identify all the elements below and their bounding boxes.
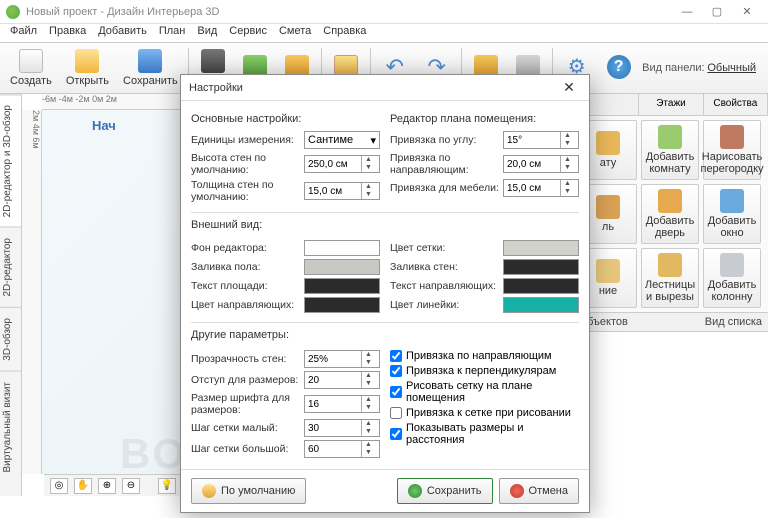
transparency-input[interactable]: ▲▼	[304, 350, 380, 368]
dialog-save-button[interactable]: Сохранить	[397, 478, 493, 504]
app-icon	[6, 5, 20, 19]
menu-estimate[interactable]: Смета	[275, 24, 315, 42]
act-add-door[interactable]: Добавить дверь	[641, 184, 699, 244]
snap-angle-input[interactable]: ▲▼	[503, 131, 579, 149]
grid-swatch[interactable]	[503, 240, 579, 256]
view-mode-link[interactable]: Обычный	[707, 62, 756, 74]
units-combo[interactable]: Сантиме▾	[304, 131, 380, 149]
sect-main: Основные настройки:	[191, 113, 380, 125]
tab-3d[interactable]: 3D-обзор	[0, 307, 21, 371]
tab-2d3d[interactable]: 2D-редактор и 3D-обзор	[0, 94, 21, 227]
grid-big-input[interactable]: ▲▼	[304, 440, 380, 458]
grid-small-input[interactable]: ▲▼	[304, 419, 380, 437]
chevron-down-icon: ▾	[370, 134, 376, 147]
cb-draw-grid[interactable]: Рисовать сетку на плане помещения	[390, 380, 579, 404]
act-add-window[interactable]: Добавить окно	[703, 184, 761, 244]
view-mode: Вид панели: Обычный	[642, 62, 764, 74]
ruler-vertical: 2м 4м 6м	[22, 110, 42, 474]
cb-snap-perp[interactable]: Привязка к перпендикулярам	[390, 365, 579, 377]
bb-lamp-icon[interactable]: 💡	[158, 478, 176, 494]
act-add-room[interactable]: Добавить комнату	[641, 120, 699, 180]
cancel-icon	[510, 484, 524, 498]
bg-swatch[interactable]	[304, 240, 380, 256]
menu-file[interactable]: Файл	[6, 24, 41, 42]
cb-snap-guides[interactable]: Привязка по направляющим	[390, 350, 579, 362]
floor-swatch[interactable]	[304, 259, 380, 275]
bb-zoom-out[interactable]: ⊖	[122, 478, 140, 494]
object-list[interactable]	[575, 332, 768, 496]
menu-edit[interactable]: Правка	[45, 24, 90, 42]
hint-text: Нач	[92, 118, 116, 133]
wall-height-input[interactable]: ▲▼	[304, 155, 380, 173]
rtab-props[interactable]: Свойства	[704, 94, 768, 115]
wand-icon	[202, 484, 216, 498]
menu-bar: Файл Правка Добавить План Вид Сервис Сме…	[0, 24, 768, 42]
minimize-button[interactable]: —	[672, 2, 702, 22]
save-button[interactable]: Сохранить	[117, 47, 184, 89]
ruler-swatch[interactable]	[503, 297, 579, 313]
guides-swatch[interactable]	[304, 297, 380, 313]
dim-font-input[interactable]: ▲▼	[304, 395, 380, 413]
tab-virtual[interactable]: Виртуальный визит	[0, 371, 21, 483]
guidestext-swatch[interactable]	[503, 278, 579, 294]
bb-hand[interactable]: ✋	[74, 478, 92, 494]
new-button[interactable]: Создать	[4, 47, 58, 89]
help-icon: ?	[607, 55, 631, 79]
check-icon	[408, 484, 422, 498]
cb-show-dims[interactable]: Показывать размеры и расстояния	[390, 422, 579, 446]
help-button[interactable]: ?	[599, 53, 639, 83]
snap-guides-input[interactable]: ▲▼	[503, 155, 579, 173]
list-header-right[interactable]: Вид списка	[705, 316, 762, 328]
default-button[interactable]: По умолчанию	[191, 478, 306, 504]
sect-appearance: Внешний вид:	[191, 219, 579, 231]
menu-plan[interactable]: План	[155, 24, 190, 42]
dialog-cancel-button[interactable]: Отмена	[499, 478, 579, 504]
snap-furniture-input[interactable]: ▲▼	[503, 179, 579, 197]
menu-service[interactable]: Сервис	[225, 24, 271, 42]
sect-plan: Редактор плана помещения:	[390, 113, 579, 125]
act-draw-partition[interactable]: Нарисовать перегородку	[703, 120, 761, 180]
act-stairs[interactable]: Лестницы и вырезы	[641, 248, 699, 308]
wall-swatch[interactable]	[503, 259, 579, 275]
menu-add[interactable]: Добавить	[94, 24, 151, 42]
window-titlebar: Новый проект - Дизайн Интерьера 3D — ▢ ✕	[0, 0, 768, 24]
bb-eye[interactable]: ◎	[50, 478, 68, 494]
dialog-close-button[interactable]: ✕	[557, 78, 581, 98]
maximize-button[interactable]: ▢	[702, 2, 732, 22]
menu-help[interactable]: Справка	[319, 24, 370, 42]
settings-dialog: Настройки ✕ Основные настройки: Единицы …	[180, 74, 590, 513]
window-title: Новый проект - Дизайн Интерьера 3D	[26, 6, 219, 18]
act-add-column[interactable]: Добавить колонну	[703, 248, 761, 308]
tab-2d[interactable]: 2D-редактор	[0, 227, 21, 307]
dim-offset-input[interactable]: ▲▼	[304, 371, 380, 389]
left-tabs: 2D-редактор и 3D-обзор 2D-редактор 3D-об…	[0, 94, 22, 496]
bb-zoom-in[interactable]: ⊕	[98, 478, 116, 494]
areatext-swatch[interactable]	[304, 278, 380, 294]
open-button[interactable]: Открыть	[60, 47, 115, 89]
sect-other: Другие параметры:	[191, 329, 579, 341]
rtab-floors[interactable]: Этажи	[639, 94, 703, 115]
dialog-title: Настройки	[189, 82, 243, 94]
cb-snap-grid[interactable]: Привязка к сетке при рисовании	[390, 407, 579, 419]
right-panel: Этажи Свойства ату Добавить комнату Нари…	[574, 94, 768, 496]
wall-thickness-input[interactable]: ▲▼	[304, 182, 380, 200]
close-window-button[interactable]: ✕	[732, 2, 762, 22]
menu-view[interactable]: Вид	[193, 24, 221, 42]
